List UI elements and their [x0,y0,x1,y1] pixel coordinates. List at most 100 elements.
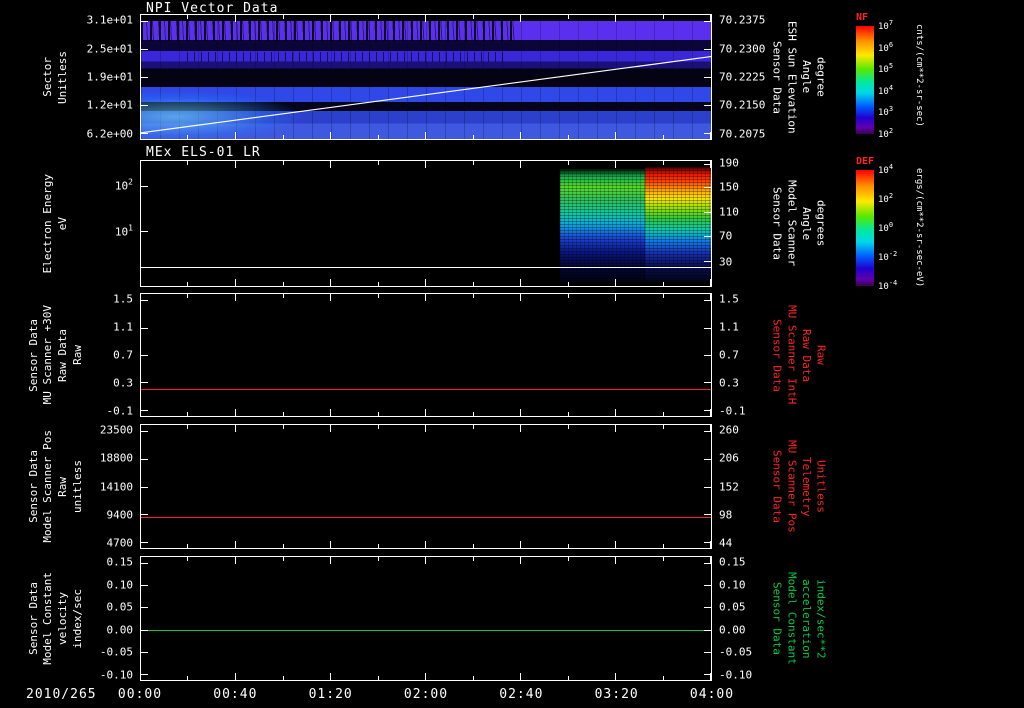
colorbar-tick-label: 10-2 [878,250,898,263]
x-tick-mark [282,425,284,429]
x-tick-mark [425,409,426,416]
colorbar-nf-unit: cnts/(cm**2-sr-sec) [914,24,924,127]
x-tick-mark [662,425,664,429]
x-tick-mark [329,279,331,286]
axis-title-line: Sensor Data [770,582,784,655]
y-axis-title-left: Sensor Data MU Scanner +30V Raw Data Raw [26,293,86,417]
y-tick-mark [141,300,148,302]
y-tick-label: 0.05 [106,600,134,614]
x-tick-mark [187,161,189,165]
y-tick-label: 23500 [99,423,133,437]
axis-title-line: Model Scanner [785,180,799,267]
x-tick-mark [234,279,236,286]
colorbar-tick-label: 102 [878,192,894,205]
plot-screen: NPI Vector Data MEx ELS-01 LR Sector Unit… [0,0,1024,708]
panel-mu-scanner-30v: Sensor Data MU Scanner +30V Raw Data Raw 1.… [0,293,1024,417]
els-plot-area [140,160,712,287]
colorbar-tick-label: 105 [878,62,894,76]
y-tick-label: 44 [719,536,733,550]
x-tick-mark [140,279,141,286]
x-tick-mark [519,673,521,680]
x-tick-mark [519,132,521,139]
axis-title-line: Sensor Data [770,187,784,260]
x-tick-mark [567,282,569,286]
axis-title-line: MU Scanner +30V [41,305,55,405]
x-tick-mark [187,282,189,286]
x-tick-mark [425,279,426,286]
x-tick-mark [615,541,616,548]
x-tick-mark [615,132,616,139]
x-tick-mark [140,294,141,301]
axis-title-line: eV [56,216,69,231]
x-tick-label: 02:40 [499,687,544,702]
y-tick-mark [141,327,148,329]
x-tick-mark [140,409,141,416]
x-tick-mark [234,161,236,168]
y-tick-label: -0.10 [719,668,753,682]
colorbar-nf: NF 107 106 105 104 103 102 cnts/(cm**2-sr-sec… [854,12,1020,140]
scanpos-plot-area [140,424,712,549]
x-tick-mark [234,673,236,680]
colorbar-def-title: DEF [856,156,875,167]
y-tick-label: 1.5 [719,292,739,306]
y-tick-mark [141,21,148,23]
x-tick-mark [140,425,141,432]
x-tick-mark [662,412,664,416]
colorbar-tick-label: 10-4 [878,279,898,292]
axis-title-line: Raw [814,345,828,365]
y-tick-labels-left: 0.15 0.10 0.05 0.00 -0.05 -0.10 [84,556,136,681]
x-tick-mark [234,541,236,548]
y-tick-labels-left: 1.5 1.1 0.7 0.3 -0.1 [84,293,136,417]
x-tick-mark [377,135,379,139]
x-tick-mark [377,294,379,298]
y-tick-label: 70.2075 [719,127,766,141]
x-tick-mark [472,161,474,165]
colorbar-tick-label: 104 [878,163,894,176]
npi-plot-area [140,14,712,140]
x-tick-mark [140,557,141,564]
x-tick-mark [234,557,236,564]
y-tick-mark [704,261,711,262]
x-tick-mark [234,294,236,301]
y-tick-label: -0.1 [106,404,134,418]
x-tick-mark [187,135,189,139]
axis-title-line: Raw Data [799,328,813,382]
x-tick-mark [187,676,189,680]
x-tick-mark [425,673,426,680]
x-tick-mark [472,282,474,286]
y-tick-mark [141,458,148,460]
axis-title-line: Raw [56,476,69,497]
x-tick-mark [329,557,331,564]
colorbar-tick-label: 102 [878,127,894,140]
x-tick-mark [519,279,521,286]
y-tick-mark [141,186,148,187]
x-tick-mark [282,294,284,298]
y-tick-label: 0.15 [719,555,746,569]
x-tick-mark [377,676,379,680]
x-tick-mark [329,673,331,680]
x-tick-mark [472,135,474,139]
y-tick-labels-left: 23500 18800 14100 9400 4700 [84,424,136,549]
x-tick-mark [187,294,189,298]
x-tick-mark [615,673,616,680]
y-tick-labels-right: 260 206 152 98 44 [716,424,770,549]
x-axis-labels: 00:00 00:40 01:20 02:00 02:40 03:20 04:00 [118,687,733,705]
panel-scanner-pos: Sensor Data Model Scanner Pos Raw unitless … [0,424,1024,549]
y-axis-title-right: Sensor Data Model Constant acceleration ind… [770,556,842,681]
x-tick-mark [234,132,236,139]
x-tick-mark [329,409,331,416]
x-tick-mark [615,161,616,168]
y-tick-mark [141,607,148,609]
y-tick-label: 9400 [106,508,134,522]
y-tick-mark [141,514,148,516]
x-tick-mark [710,294,711,301]
x-tick-mark [282,15,284,19]
els-data-block [559,168,646,283]
x-tick-mark [282,676,284,680]
y-tick-mark [141,431,148,433]
y-tick-mark [704,651,711,653]
x-tick-mark [472,412,474,416]
x-tick-mark [662,544,664,548]
y-tick-mark [141,382,148,384]
x-tick-mark [710,279,711,286]
